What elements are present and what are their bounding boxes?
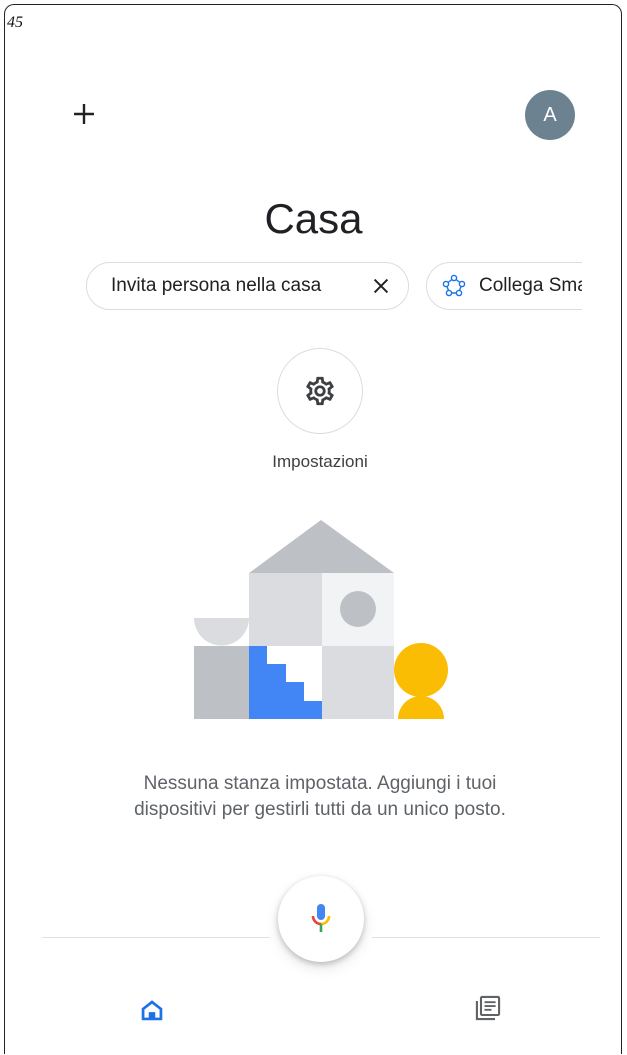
suggestion-chips: Invita persona nella casa Collega Smart … — [86, 262, 582, 314]
invite-chip[interactable]: Invita persona nella casa — [86, 262, 409, 310]
feed-icon — [475, 995, 501, 1021]
voice-assistant-button[interactable] — [278, 876, 364, 962]
page-title: Casa — [264, 195, 363, 242]
nav-home[interactable] — [134, 992, 170, 1028]
house-roof — [249, 520, 394, 573]
avatar[interactable]: A — [525, 90, 575, 140]
block-top-left — [249, 573, 322, 646]
empty-home-illustration — [194, 520, 448, 719]
microphone-icon — [311, 904, 331, 932]
settings-label: Impostazioni — [272, 452, 368, 471]
close-icon[interactable] — [370, 275, 392, 297]
avatar-initial: A — [543, 103, 557, 126]
plus-icon — [74, 104, 94, 124]
network-icon — [442, 274, 466, 297]
block-bottom-right — [322, 646, 394, 719]
link-smart-home-chip-label: Collega Smart Home — [479, 275, 582, 296]
block-bottom-left — [194, 646, 249, 719]
empty-state-line-2: dispositivi per gestirli tutti da un uni… — [134, 799, 506, 820]
link-smart-home-chip[interactable]: Collega Smart Home — [426, 262, 582, 310]
person-body — [398, 696, 444, 719]
add-button[interactable] — [66, 96, 102, 132]
window-circle — [340, 591, 376, 627]
person-head — [394, 643, 448, 697]
bowl-shape — [194, 618, 249, 646]
gear-icon — [306, 376, 334, 406]
invite-chip-label: Invita persona nella casa — [111, 275, 322, 296]
settings-button[interactable] — [277, 348, 363, 434]
home-icon — [141, 1000, 163, 1021]
empty-state-line-1: Nessuna stanza impostata. Aggiungi i tuo… — [143, 773, 497, 794]
nav-feed[interactable] — [470, 990, 506, 1026]
page-number-label: 45 — [7, 14, 23, 31]
empty-state-message: Nessuna stanza impostata. Aggiungi i tuo… — [60, 771, 580, 823]
